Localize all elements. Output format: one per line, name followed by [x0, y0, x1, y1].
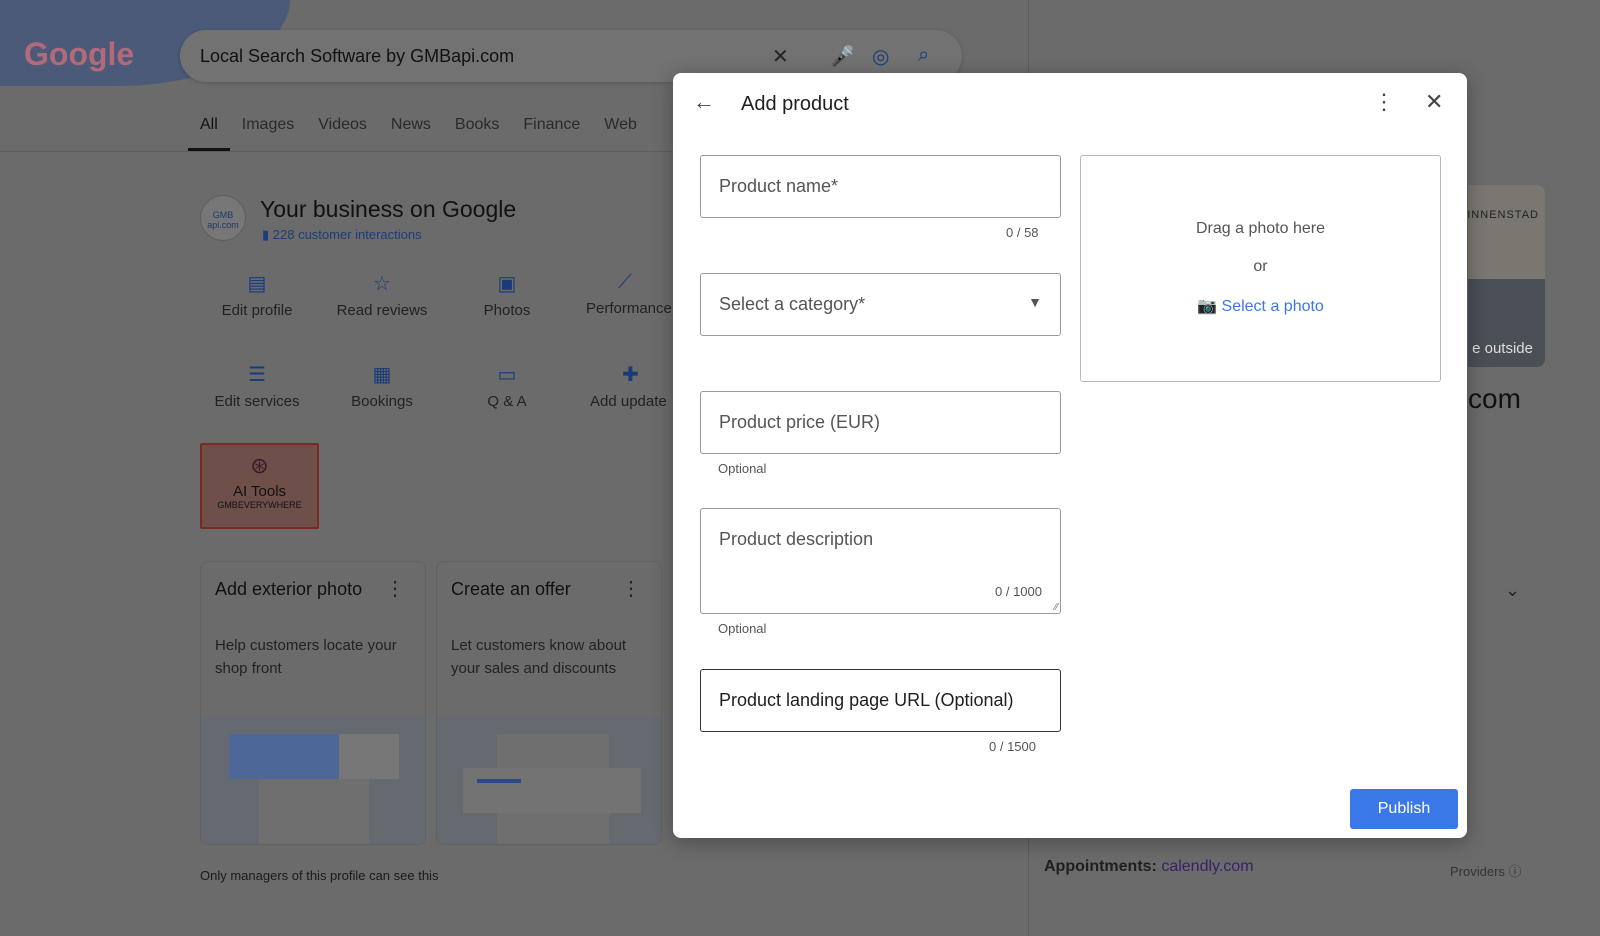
card-title: Create an offer — [451, 579, 571, 599]
add-photo-icon: 📷 — [1197, 298, 1218, 315]
tab-books[interactable]: Books — [443, 116, 511, 151]
review-icon: ☆ — [373, 273, 391, 295]
appointments-link[interactable]: calendly.com — [1161, 858, 1253, 875]
tab-web[interactable]: Web — [592, 116, 649, 151]
divider — [0, 151, 680, 152]
tab-images[interactable]: Images — [230, 116, 306, 151]
appointments-label: Appointments: — [1044, 858, 1157, 875]
post-add-icon: ✚ — [622, 364, 639, 386]
action-photos[interactable]: ▣ Photos — [447, 271, 567, 319]
product-name-field[interactable]: Product name* — [700, 155, 1061, 218]
close-icon[interactable]: ✕ — [1425, 89, 1443, 115]
photo-caption: e outside — [1472, 340, 1533, 357]
google-logo[interactable]: Google — [24, 36, 134, 73]
action-label: Q & A — [487, 393, 527, 410]
lens-icon[interactable]: ◎ — [872, 44, 889, 69]
publish-button[interactable]: Publish — [1350, 789, 1458, 829]
resize-handle-icon[interactable]: ⁄⁄ — [1055, 602, 1058, 613]
or-text: or — [1253, 258, 1268, 275]
storefront-illustration — [201, 716, 425, 844]
photo-dropzone[interactable]: Drag a photo here or 📷 Select a photo — [1080, 155, 1441, 382]
tab-news[interactable]: News — [379, 116, 443, 151]
card-text: Help customers locate your shop front — [215, 637, 397, 677]
category-placeholder: Select a category* — [719, 294, 866, 314]
action-label: Edit services — [214, 393, 300, 410]
select-photo-label[interactable]: Select a photo — [1222, 298, 1324, 315]
ai-tools-title: AI Tools — [232, 483, 287, 500]
action-qa[interactable]: ▭ Q & A — [447, 362, 567, 410]
forum-icon: ▭ — [497, 364, 517, 386]
clear-icon[interactable]: ✕ — [772, 44, 789, 69]
url-placeholder: Product landing page URL (Optional) — [719, 690, 1014, 710]
select-photo-button[interactable]: 📷 Select a photo — [1081, 296, 1440, 316]
offer-illustration — [437, 716, 661, 844]
providers-label[interactable]: Providers — [1450, 864, 1505, 879]
tab-finance[interactable]: Finance — [511, 116, 592, 151]
appointments-row: Appointments: calendly.com — [1044, 858, 1254, 876]
info-icon[interactable]: ⓘ — [1509, 864, 1522, 879]
card-title: Add exterior photo — [215, 579, 363, 599]
business-logo: GMB api.com — [200, 195, 246, 241]
interactions-link[interactable]: ▮ 228 customer interactions — [262, 227, 422, 243]
tab-videos[interactable]: Videos — [306, 116, 379, 151]
dropdown-arrow-icon[interactable]: ▼ — [1028, 294, 1042, 310]
more-vert-icon[interactable]: ⋮ — [1373, 89, 1395, 115]
action-label: Read reviews — [336, 302, 428, 319]
more-vert-icon[interactable]: ⋮ — [385, 576, 405, 601]
product-price-field[interactable]: Product price (EUR) — [700, 391, 1061, 454]
action-edit-services[interactable]: ☰ Edit services — [197, 362, 317, 410]
action-label: Add update — [590, 393, 667, 410]
card-text: Let customers know about your sales and … — [451, 637, 627, 677]
landing-page-url-field[interactable]: Product landing page URL (Optional) — [700, 669, 1061, 732]
list-icon: ☰ — [248, 364, 266, 386]
business-name-fragment: com — [1468, 383, 1521, 414]
search-input[interactable]: Local Search Software by GMBapi.com — [200, 46, 514, 67]
price-hint: Optional — [718, 461, 767, 476]
action-bookings[interactable]: ▦ Bookings — [322, 362, 442, 410]
card-add-exterior-photo[interactable]: Add exterior photo ⋮ Help customers loca… — [200, 561, 426, 845]
action-read-reviews[interactable]: ☆ Read reviews — [322, 271, 442, 319]
ai-tools-button[interactable]: ⊛ AI Tools GMBEVERYWHERE — [200, 443, 319, 529]
description-placeholder: Product description — [719, 529, 874, 549]
map-label: INNENSTAD — [1467, 209, 1539, 221]
action-label: Edit profile — [221, 302, 293, 319]
price-placeholder: Product price (EUR) — [719, 412, 881, 432]
interactions-text[interactable]: 228 customer interactions — [273, 227, 422, 242]
category-select[interactable]: Select a category* ▼ — [700, 273, 1061, 336]
action-edit-profile[interactable]: ▤ Edit profile — [197, 271, 317, 319]
chevron-down-icon[interactable]: ⌄ — [1505, 580, 1520, 601]
search-icon[interactable]: ⌕ — [918, 44, 929, 67]
tab-all[interactable]: All — [188, 116, 230, 151]
action-performance[interactable]: ⟋ Performance — [572, 271, 676, 317]
storefront-icon: ▤ — [247, 273, 267, 295]
microphone-icon[interactable]: 🎤 — [830, 44, 855, 69]
providers-info[interactable]: Providers ⓘ — [1450, 861, 1522, 880]
ai-tools-subtitle: GMBEVERYWHERE — [217, 500, 302, 510]
drag-photo-text: Drag a photo here — [1196, 220, 1325, 237]
description-hint: Optional — [718, 621, 767, 636]
action-label: Photos — [483, 302, 531, 319]
action-add-update[interactable]: ✚ Add update — [572, 362, 676, 410]
more-vert-icon[interactable]: ⋮ — [621, 576, 641, 601]
card-create-offer[interactable]: Create an offer ⋮ Let customers know abo… — [436, 561, 662, 845]
search-tabs: All Images Videos News Books Finance Web — [188, 116, 649, 151]
dialog-title: Add product — [741, 93, 849, 115]
image-icon: ▣ — [497, 273, 517, 295]
map-thumbnail[interactable]: INNENSTAD e outside — [1467, 185, 1545, 367]
action-label: Performance — [586, 300, 672, 317]
product-description-field[interactable]: Product description 0 / 1000 ⁄⁄ — [700, 508, 1061, 614]
action-label: Bookings — [351, 393, 413, 410]
calendar-icon: ▦ — [372, 364, 392, 386]
add-product-dialog: ← Add product ⋮ ✕ Product name* 0 / 58 S… — [673, 73, 1467, 838]
url-counter: 0 / 1500 — [989, 739, 1036, 754]
product-name-placeholder: Product name* — [719, 176, 839, 196]
product-name-counter: 0 / 58 — [1006, 225, 1039, 240]
trending-icon: ⟋ — [618, 271, 632, 293]
description-counter: 0 / 1000 — [995, 584, 1042, 599]
business-title: Your business on Google — [260, 196, 517, 222]
back-arrow-icon[interactable]: ← — [693, 89, 715, 115]
managers-note: Only managers of this profile can see th… — [200, 868, 439, 883]
brain-icon: ⊛ — [250, 453, 269, 478]
